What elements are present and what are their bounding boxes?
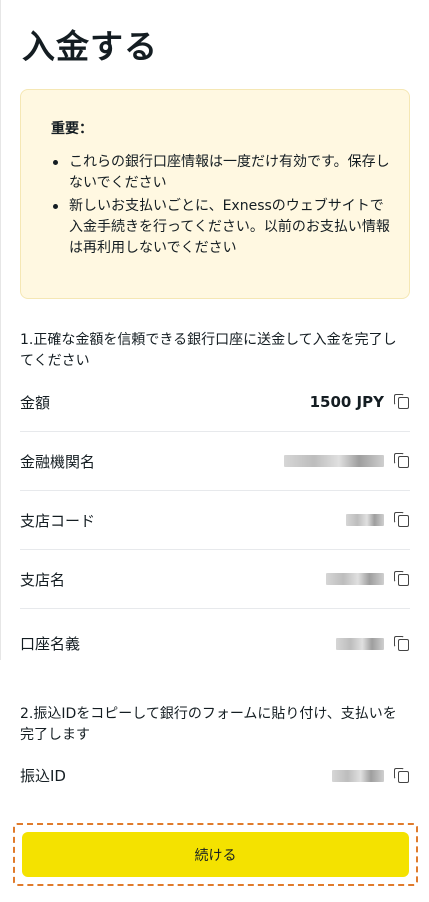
copy-icon[interactable] [394,635,410,652]
copy-icon[interactable] [394,453,410,469]
branch-code-value-redacted [346,514,384,526]
amount-row: 金額 1500 JPY [20,373,410,432]
transfer-id-row: 振込ID [20,746,410,805]
branch-code-label: 支店コード [20,511,96,530]
bank-name-value-redacted [284,455,384,467]
notice-item: これらの銀行口座情報は一度だけ有効です。保存しないでください [49,152,393,194]
account-holder-label: 口座名義 [20,635,81,653]
amount-value: 1500 JPY [309,393,384,411]
step-2-instruction: 2.振込IDをコピーして銀行のフォームに貼り付け、支払いを完了します [20,706,397,743]
copy-icon[interactable] [394,394,410,410]
bank-name-label: 金融機関名 [20,452,96,471]
transfer-id-value-redacted [332,769,384,782]
branch-name-row: 支店名 [20,550,410,609]
important-notice: 重要： これらの銀行口座情報は一度だけ有効です。保存しないでください 新しいお支… [20,89,410,299]
bank-name-row: 金融機関名 [20,432,410,491]
copy-icon[interactable] [394,571,410,587]
notice-list: これらの銀行口座情報は一度だけ有効です。保存しないでください 新しいお支払いごと… [49,152,393,261]
copy-icon[interactable] [394,767,410,784]
deposit-page: 入金する 重要： これらの銀行口座情報は一度だけ有効です。保存しないでください … [0,0,429,902]
left-divider [0,0,1,660]
branch-name-value-redacted [326,573,384,585]
notice-item: 新しいお支払いごとに、Exnessのウェブサイトで入金手続きを行ってください。以… [49,196,393,259]
account-holder-row: 口座名義 [20,614,410,673]
continue-button[interactable]: 続ける [22,832,409,877]
notice-heading: 重要： [51,121,93,137]
transfer-id-label: 振込ID [20,767,66,785]
branch-code-row: 支店コード [20,491,410,550]
account-holder-value-redacted [336,637,384,650]
branch-name-label: 支店名 [20,570,66,589]
page-title: 入金する [22,27,158,66]
step-1-instruction: 1.正確な金額を信頼できる銀行口座に送金して入金を完了してください [20,332,397,369]
copy-icon[interactable] [394,512,410,528]
amount-label: 金額 [20,393,51,412]
